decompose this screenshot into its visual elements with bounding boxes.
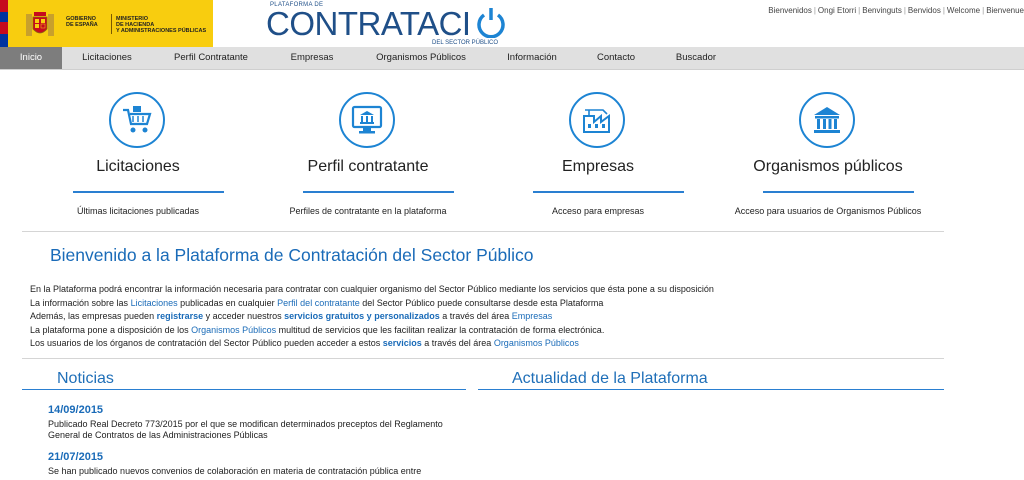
- text-span: La plataforma pone a disposición de los: [30, 324, 192, 335]
- organismos-publicos-link[interactable]: Organismos Públicos: [191, 325, 276, 335]
- factory-icon: [583, 109, 610, 133]
- text-span: y acceder nuestros: [203, 311, 285, 321]
- gobierno-label: GOBIERNO DE ESPAÑA: [66, 16, 98, 28]
- coat-of-arms-icon: [26, 12, 54, 36]
- platform-logo[interactable]: PLATAFORMA DE CONTRATACI DEL SECTOR PÚBL…: [266, 0, 506, 48]
- logo-subtitle: DEL SECTOR PÚBLICO: [432, 40, 499, 46]
- welcome-title: Bienvenido a la Plataforma de Contrataci…: [50, 245, 534, 265]
- card-empresas[interactable]: Empresas Acceso para empresas: [493, 90, 703, 225]
- news-date[interactable]: 14/09/2015: [48, 404, 103, 416]
- welcome-line: La plataforma pone a disposición de los …: [30, 324, 950, 338]
- servicios-link[interactable]: servicios: [383, 338, 422, 348]
- lang-link-eu[interactable]: Ongi Etorri: [818, 6, 856, 15]
- nav-item-empresas[interactable]: Empresas: [270, 47, 354, 69]
- card-underline: [763, 191, 914, 193]
- logo-main-text: CONTRATACI: [266, 5, 471, 42]
- perfil-contratante-link[interactable]: Perfil del contratante: [277, 298, 360, 308]
- text-span: a través del área: [439, 311, 512, 321]
- nav-item-perfil-contratante[interactable]: Perfil Contratante: [152, 47, 270, 69]
- monitor-building-icon: [351, 105, 383, 134]
- registrarse-link[interactable]: registrarse: [157, 311, 204, 321]
- card-title: Perfil contratante: [307, 158, 429, 175]
- main-nav: Inicio Licitaciones Perfil Contratante E…: [0, 47, 1024, 70]
- card-icon-circle: [109, 92, 165, 148]
- card-icon-circle: [569, 92, 625, 148]
- power-symbol-icon: [477, 8, 505, 38]
- ministerio-label: MINISTERIO DE HACIENDA Y ADMINISTRACIONE…: [116, 16, 207, 34]
- text-span: publicadas en cualquier: [177, 297, 278, 308]
- shopping-cart-icon: [123, 106, 152, 133]
- empresas-link[interactable]: Empresas: [512, 311, 553, 321]
- nav-item-organismos-publicos[interactable]: Organismos Públicos: [354, 47, 488, 69]
- nav-item-contacto[interactable]: Contacto: [576, 47, 656, 69]
- welcome-line: Los usuarios de los órganos de contratac…: [30, 337, 950, 351]
- card-description: Últimas licitaciones publicadas: [76, 206, 200, 216]
- lang-link-en[interactable]: Welcome: [947, 6, 980, 15]
- card-description: Acceso para usuarios de Organismos Públi…: [734, 206, 922, 216]
- card-licitaciones[interactable]: Licitaciones Últimas licitaciones public…: [33, 90, 243, 225]
- lang-link-gl[interactable]: Benvidos: [908, 6, 941, 15]
- welcome-line: La información sobre las Licitaciones pu…: [30, 297, 950, 311]
- news-text[interactable]: Se han publicado nuevos convenios de col…: [48, 466, 468, 477]
- card-organismos-publicos[interactable]: Organismos públicos Acceso para usuarios…: [723, 90, 933, 225]
- card-title: Licitaciones: [96, 158, 180, 175]
- lang-link-ca[interactable]: Benvinguts: [862, 6, 902, 15]
- welcome-line: En la Plataforma podrá encontrar la info…: [30, 284, 714, 294]
- card-underline: [73, 191, 224, 193]
- news-date[interactable]: 21/07/2015: [48, 451, 103, 463]
- text-span: Los usuarios de los órganos de contratac…: [30, 338, 383, 348]
- welcome-line: Además, las empresas pueden registrarse …: [30, 310, 950, 324]
- spain-flag-stripe: [0, 0, 8, 47]
- organismos-publicos-area-link[interactable]: Organismos Públicos: [494, 338, 579, 348]
- news-section-title: Noticias: [57, 370, 114, 387]
- text-span: La información sobre las: [30, 297, 131, 308]
- nav-item-informacion[interactable]: Información: [488, 47, 576, 69]
- news-section-rule: [22, 389, 466, 390]
- licitaciones-link[interactable]: Licitaciones: [131, 298, 178, 308]
- nav-item-licitaciones[interactable]: Licitaciones: [62, 47, 152, 69]
- card-description: Acceso para empresas: [551, 206, 645, 216]
- text-span: multitud de servicios que les facilitan …: [276, 324, 605, 335]
- section-divider: [22, 231, 944, 232]
- lang-link-fr[interactable]: Bienvenue: [986, 6, 1024, 15]
- nav-item-buscador[interactable]: Buscador: [656, 47, 736, 69]
- actualidad-section-rule: [478, 389, 944, 390]
- text-span: del Sector Público puede consultarse des…: [359, 297, 604, 308]
- actualidad-section-title: Actualidad de la Plataforma: [512, 370, 708, 387]
- language-links: Bienvenidos | Ongi Etorri | Benvinguts | Benvi…: [768, 6, 1024, 15]
- servicios-gratuitos-link[interactable]: servicios gratuitos y personalizados: [284, 311, 440, 321]
- card-icon-circle: [339, 92, 395, 148]
- card-icon-circle: [799, 92, 855, 148]
- card-title: Organismos públicos: [753, 158, 903, 175]
- text-span: Además, las empresas pueden: [30, 311, 157, 321]
- card-description: Perfiles de contratante en la plataforma: [289, 206, 447, 216]
- card-underline: [533, 191, 684, 193]
- gov-divider: [111, 14, 112, 34]
- card-title: Empresas: [561, 158, 635, 175]
- government-logo-block[interactable]: GOBIERNO DE ESPAÑA MINISTERIO DE HACIEND…: [0, 0, 213, 47]
- card-underline: [303, 191, 454, 193]
- public-building-icon: [814, 107, 840, 133]
- lang-link-es[interactable]: Bienvenidos: [768, 6, 812, 15]
- news-text[interactable]: Publicado Real Decreto 773/2015 por el q…: [48, 419, 468, 441]
- text-span: a través del área: [421, 338, 494, 348]
- nav-item-inicio[interactable]: Inicio: [0, 47, 62, 69]
- card-perfil-contratante[interactable]: Perfil contratante Perfiles de contratan…: [263, 90, 473, 225]
- welcome-body: En la Plataforma podrá encontrar la info…: [30, 283, 950, 351]
- section-divider: [22, 358, 944, 359]
